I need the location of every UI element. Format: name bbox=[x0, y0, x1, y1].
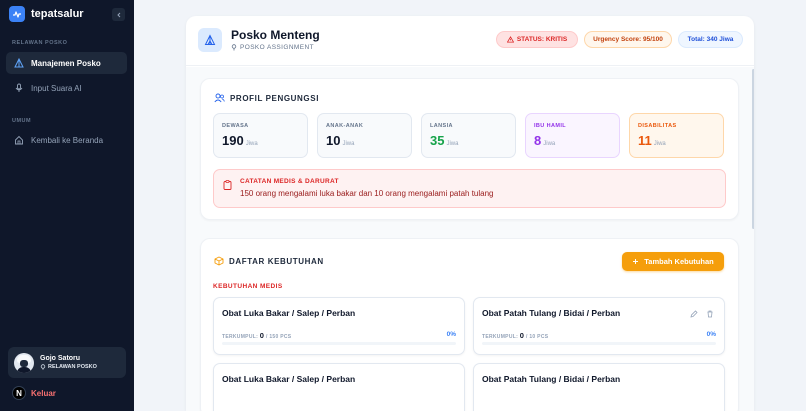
sidebar-item-manajemen-posko[interactable]: Manajemen Posko bbox=[6, 52, 127, 74]
posko-header: Posko Menteng POSKO ASSIGNMENT STATUS: K… bbox=[186, 16, 754, 66]
stat-dewasa: DEWASA 190 Jiwa bbox=[213, 113, 308, 158]
stat-lansia: LANSIA 35 Jiwa bbox=[421, 113, 516, 158]
need-item-name: Obat Patah Tulang / Bidai / Perban bbox=[482, 374, 621, 384]
need-item-card[interactable]: Obat Luka Bakar / Salep / Perban TERKUMP… bbox=[213, 297, 465, 355]
page-title: Posko Menteng bbox=[231, 28, 320, 42]
total-badge: Total: 340 Jiwa bbox=[678, 31, 743, 48]
need-item-name: Obat Luka Bakar / Salep / Perban bbox=[222, 374, 356, 384]
logout-label: Keluar bbox=[31, 388, 56, 398]
plus-icon bbox=[633, 259, 639, 264]
logout-button[interactable]: N Keluar bbox=[12, 386, 56, 400]
user-card[interactable]: Gojo Satoru RELAWAN POSKO bbox=[8, 347, 126, 378]
stat-anak: ANAK-ANAK 10 Jiwa bbox=[317, 113, 412, 158]
category-label: KEBUTUHAN MEDIS bbox=[213, 283, 283, 290]
section-label-relawan: RELAWAN POSKO bbox=[12, 40, 68, 46]
sidebar-item-beranda[interactable]: Kembali ke Beranda bbox=[6, 129, 127, 151]
need-item-name: Obat Patah Tulang / Bidai / Perban bbox=[482, 308, 621, 318]
need-progress-bar bbox=[482, 342, 716, 345]
urgency-badge: Urgency Score: 95/100 bbox=[584, 31, 672, 48]
users-icon bbox=[214, 93, 225, 103]
home-icon bbox=[15, 135, 23, 145]
brand[interactable]: tepatsalur bbox=[9, 6, 84, 22]
kebutuhan-title: DAFTAR KEBUTUHAN bbox=[229, 256, 324, 266]
warning-icon bbox=[506, 36, 514, 43]
stat-disabilitas: DISABILITAS 11 Jiwa bbox=[629, 113, 724, 158]
chevron-left-icon bbox=[116, 12, 120, 17]
medical-note-text: 150 orang mengalami luka bakar dan 10 or… bbox=[240, 189, 494, 198]
tent-icon bbox=[14, 58, 24, 68]
page-subtitle: POSKO ASSIGNMENT bbox=[240, 44, 314, 51]
profil-pengungsi-panel: PROFIL PENGUNGSI DEWASA 190 Jiwa ANAK-ANA… bbox=[200, 78, 739, 220]
status-badge: STATUS: KRITIS bbox=[496, 31, 578, 48]
need-item-percent: 0% bbox=[706, 331, 716, 338]
sidebar-item-input-suara[interactable]: Input Suara AI bbox=[6, 77, 127, 99]
medical-note: CATATAN MEDIS & DARURAT 150 orang mengal… bbox=[213, 169, 726, 208]
sidebar-item-label: Input Suara AI bbox=[31, 83, 82, 93]
need-item-card[interactable]: Obat Patah Tulang / Bidai / Perban TERKU… bbox=[473, 297, 725, 355]
n-logo-icon: N bbox=[12, 386, 26, 400]
need-item-percent: 0% bbox=[446, 331, 456, 338]
content-scroll-area[interactable]: PROFIL PENGUNGSI DEWASA 190 Jiwa ANAK-ANA… bbox=[186, 67, 754, 411]
section-label-umum: UMUM bbox=[12, 118, 32, 124]
need-progress-bar bbox=[222, 342, 456, 345]
add-need-button[interactable]: Tambah Kebutuhan bbox=[622, 252, 724, 271]
profil-title: PROFIL PENGUNGSI bbox=[230, 93, 320, 103]
microphone-icon bbox=[15, 83, 23, 92]
logo-icon bbox=[9, 6, 25, 22]
user-role: RELAWAN POSKO bbox=[48, 364, 97, 370]
sidebar-item-label: Manajemen Posko bbox=[31, 58, 101, 68]
need-item-card[interactable]: Obat Luka Bakar / Salep / Perban bbox=[213, 363, 465, 411]
app-name: tepatsalur bbox=[31, 8, 84, 20]
need-item-name: Obat Luka Bakar / Salep / Perban bbox=[222, 308, 356, 318]
clipboard-icon bbox=[223, 180, 232, 190]
package-icon bbox=[214, 256, 224, 266]
need-item-card[interactable]: Obat Patah Tulang / Bidai / Perban bbox=[473, 363, 725, 411]
stat-ibu-hamil: IBU HAMIL 8 Jiwa bbox=[525, 113, 620, 158]
location-pin-icon bbox=[40, 364, 46, 370]
avatar bbox=[14, 352, 34, 373]
medical-note-title: CATATAN MEDIS & DARURAT bbox=[240, 178, 339, 185]
scrollbar[interactable] bbox=[752, 69, 754, 229]
tent-icon bbox=[198, 28, 222, 52]
daftar-kebutuhan-panel: DAFTAR KEBUTUHAN Tambah Kebutuhan KEBUTU… bbox=[200, 238, 739, 411]
trash-icon[interactable] bbox=[706, 310, 714, 318]
location-pin-icon bbox=[231, 44, 237, 51]
edit-icon[interactable] bbox=[690, 310, 698, 318]
collapse-sidebar-button[interactable] bbox=[112, 8, 125, 21]
sidebar: tepatsalur RELAWAN POSKO Manajemen Posko… bbox=[0, 0, 134, 411]
posko-detail-card: Posko Menteng POSKO ASSIGNMENT STATUS: K… bbox=[186, 16, 754, 411]
sidebar-item-label: Kembali ke Beranda bbox=[31, 135, 104, 145]
user-name: Gojo Satoru bbox=[40, 355, 81, 362]
